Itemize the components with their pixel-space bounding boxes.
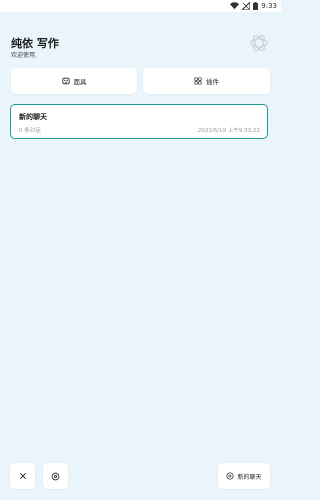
chat-title: 新的聊天: [19, 113, 47, 121]
masks-label: 面具: [73, 78, 87, 86]
plugins-button[interactable]: 插件: [143, 68, 270, 94]
chat-message-count: 0 条对话: [19, 128, 41, 134]
close-icon: [19, 473, 26, 479]
settings-icon: [51, 472, 60, 480]
status-bar: 9:33: [0, 0, 281, 12]
signal-icon: [242, 2, 251, 10]
new-chat-button[interactable]: 新的聊天: [218, 463, 270, 489]
battery-icon: [253, 2, 259, 10]
mask-icon: [61, 77, 70, 85]
new-chat-label: 新的聊天: [237, 473, 262, 481]
page-subtitle: 欢迎使用.: [11, 52, 37, 59]
status-icons: 9:33: [230, 1, 277, 11]
status-time: 9:33: [261, 2, 277, 10]
close-button[interactable]: [10, 463, 35, 489]
wifi-icon: [230, 2, 240, 10]
settings-button[interactable]: [43, 463, 68, 489]
chat-list-item[interactable]: 新的聊天 0 条对话 2023/6/19 上午9:33:22: [10, 104, 268, 139]
page-title: 纯依 写作: [11, 37, 59, 50]
chat-timestamp: 2023/6/19 上午9:33:22: [197, 128, 260, 134]
plugins-label: 插件: [206, 78, 219, 86]
add-circle-icon: [226, 472, 235, 480]
masks-button[interactable]: 面具: [11, 68, 137, 94]
plugin-grid-icon: [194, 77, 202, 85]
openai-logo-icon: [250, 34, 268, 52]
